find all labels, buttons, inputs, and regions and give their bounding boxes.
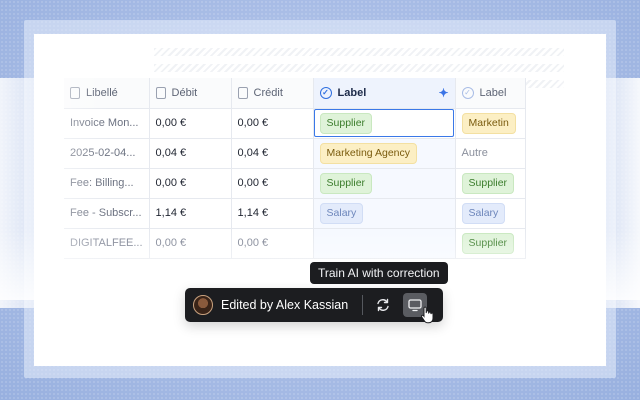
cell-label[interactable]: Supplier [313,168,456,199]
table-row: 2025-02-04... 0,04 € 0,04 € Marketing Ag… [64,138,526,169]
correction-toolbar: Edited by Alex Kassian [185,288,443,322]
cell-label-secondary: Autre [455,138,526,169]
cell-debit[interactable]: 0,00 € [149,168,232,199]
check-circle-icon: ✓ [461,86,474,99]
tooltip: Train AI with correction [310,262,448,284]
label-chip: Supplier [461,172,515,194]
label-chip: Supplier [461,232,515,254]
cell-label-secondary: Marketin [455,108,526,139]
label-chip[interactable]: Supplier [319,112,373,134]
divider [362,295,364,315]
cell-label[interactable]: Marketing Agency [313,138,456,169]
cell-credit[interactable]: 0,04 € [231,138,314,169]
cell-label-selected[interactable]: Supplier [313,108,456,139]
column-header-label: Débit [171,86,198,99]
hand-cursor-icon [421,306,434,324]
cell-debit[interactable]: 0,00 € [149,228,232,259]
cell-libelle[interactable]: Invoice Mon... [64,108,150,139]
cell-debit[interactable]: 0,04 € [149,138,232,169]
cell-credit[interactable]: 0,00 € [231,168,314,199]
cell-credit[interactable]: 0,00 € [231,228,314,259]
column-header-label: Libellé [86,86,118,99]
column-header-credit[interactable]: Crédit [231,78,314,109]
label-chip[interactable]: Supplier [319,172,373,194]
cell-libelle[interactable]: Fee: Billing... [64,168,150,199]
column-header-label: Label [337,86,367,99]
column-header-label: Label [479,86,507,99]
transactions-table: Libellé Débit Crédit ✓ Label ✦ ✓ Label I… [64,78,526,259]
cell-credit[interactable]: 0,00 € [231,108,314,139]
column-header-label-secondary[interactable]: ✓ Label [455,78,526,109]
refresh-icon [377,298,389,312]
document-icon [237,86,248,99]
cell-label-secondary: Salary [455,198,526,229]
sparkle-icon[interactable]: ✦ [438,86,448,100]
edited-by-text: Edited by Alex Kassian [221,298,349,312]
placeholder-line [154,64,564,72]
table-row: Fee - Subscr... 1,14 € 1,14 € Salary Sal… [64,198,526,229]
placeholder-line [154,48,564,56]
cell-label[interactable]: Salary [313,198,456,229]
check-circle-icon: ✓ [319,86,332,99]
label-chip[interactable]: Salary [319,202,364,224]
column-header-libelle[interactable]: Libellé [64,78,150,109]
label-chip: Marketin [461,112,516,134]
avatar [193,295,213,315]
cell-libelle[interactable]: 2025-02-04... [64,138,150,169]
document-icon [155,86,166,99]
refresh-button[interactable] [371,293,395,317]
document-icon [70,86,80,99]
table-row: DIGITALFEE... 0,00 € 0,00 € Supplier [64,228,526,259]
column-header-label: Crédit [253,86,283,99]
cell-credit[interactable]: 1,14 € [231,198,314,229]
column-header-debit[interactable]: Débit [149,78,232,109]
column-header-label-ai[interactable]: ✓ Label ✦ [313,78,456,109]
cell-label-secondary: Supplier [455,168,526,199]
table-row: Invoice Mon... 0,00 € 0,00 € Supplier Ma… [64,108,526,139]
table-header-row: Libellé Débit Crédit ✓ Label ✦ ✓ Label [64,78,526,109]
label-chip: Salary [461,202,506,224]
label-chip[interactable]: Marketing Agency [319,142,417,164]
cell-label-secondary: Supplier [455,228,526,259]
cell-libelle[interactable]: DIGITALFEE... [64,228,150,259]
cell-debit[interactable]: 0,00 € [149,108,232,139]
cell-debit[interactable]: 1,14 € [149,198,232,229]
cell-libelle[interactable]: Fee - Subscr... [64,198,150,229]
cell-label[interactable] [313,228,456,259]
table-row: Fee: Billing... 0,00 € 0,00 € Supplier S… [64,168,526,199]
